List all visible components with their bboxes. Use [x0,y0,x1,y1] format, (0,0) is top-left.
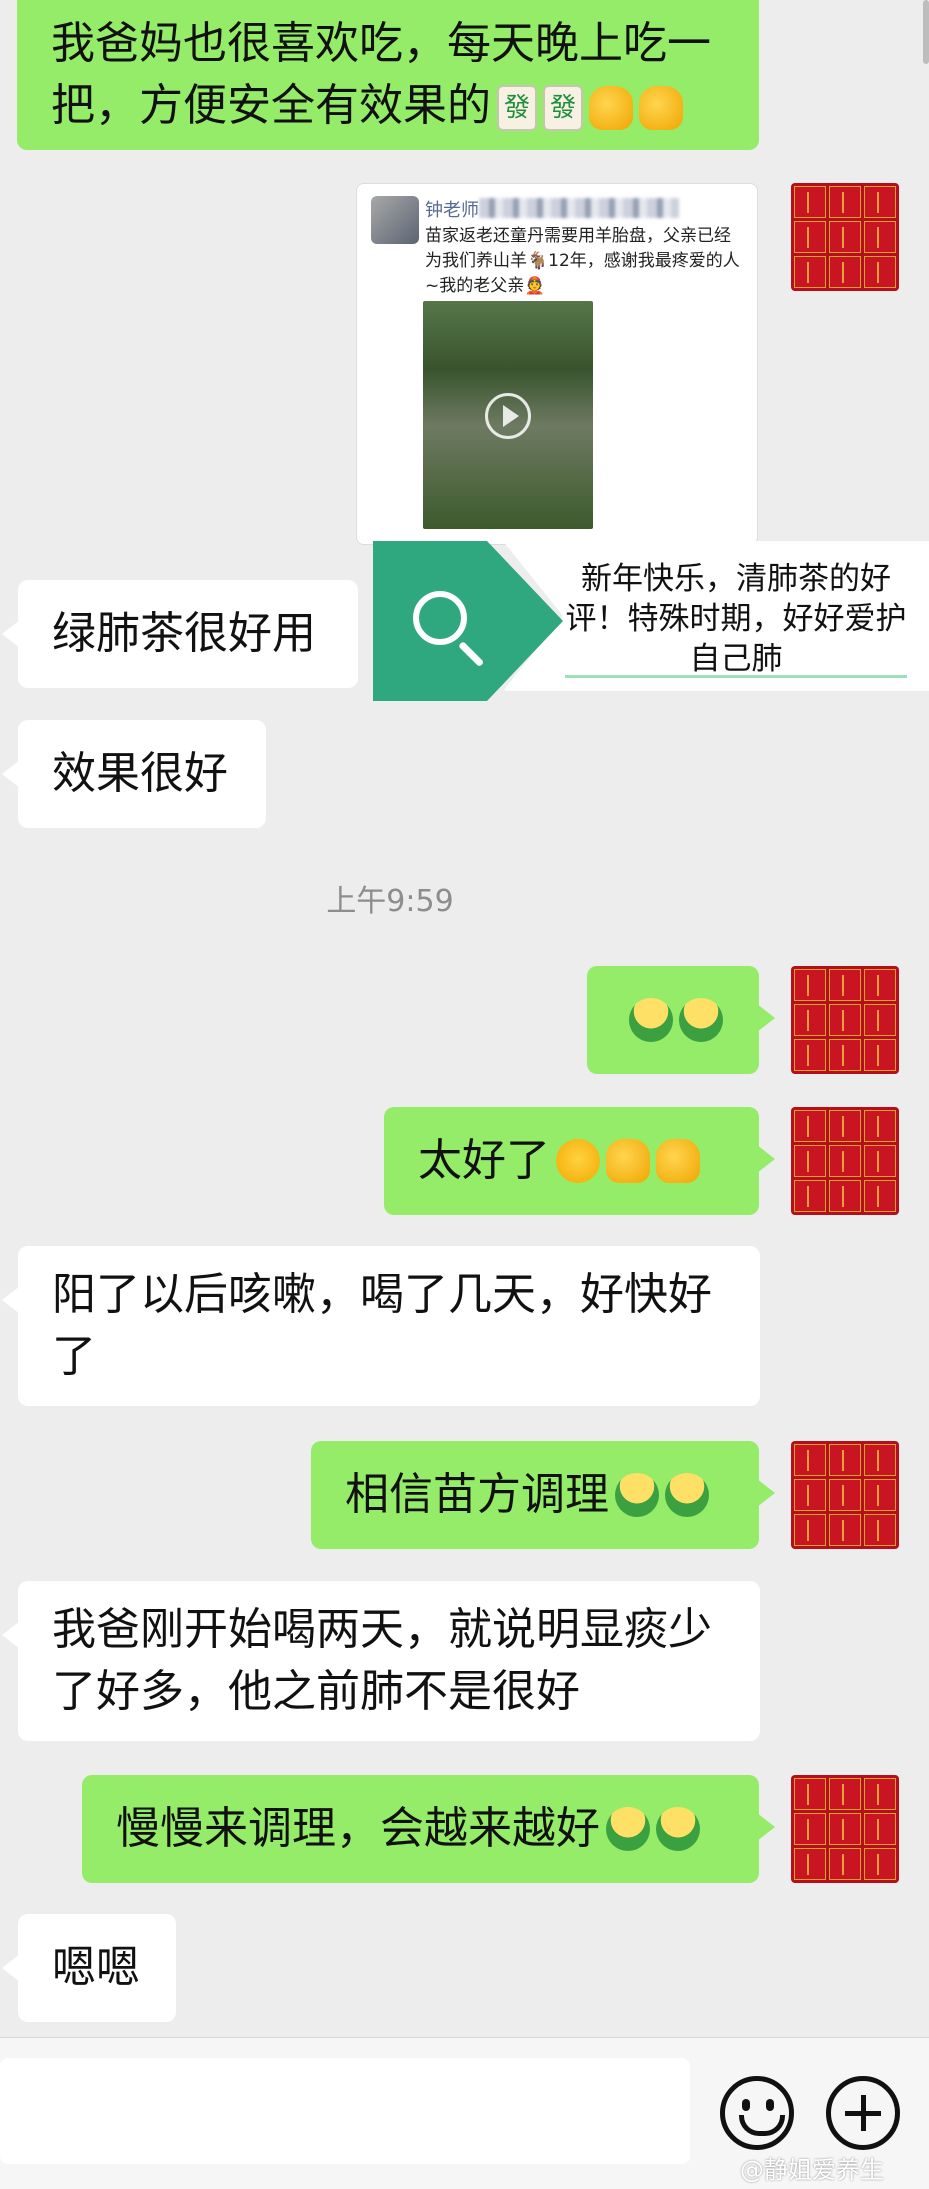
message-text: 我爸妈也很喜欢吃，每天晚上吃一 [51,18,711,69]
message-text: 慢慢来调理，会越来越好 [116,1803,600,1854]
green-guy-emoji-icon [615,1473,659,1517]
video-thumbnail[interactable] [423,301,593,529]
plus-button-icon[interactable] [826,2076,900,2150]
card-text: 苗家返老还童丹需要用羊胎盘，父亲已经为我们养山羊🐐12年，感谢我最疼爱的人~我的… [425,226,740,296]
message-text: 了 [52,1331,96,1382]
mahjong-fa-icon: 發 [543,85,583,131]
message-text: 阳了以后咳嗽，喝了几天，好快好 [52,1269,712,1320]
message-text: 了好多，他之前肺不是很好 [52,1666,580,1717]
green-guy-emoji-icon [606,1807,650,1851]
message-bubble-xiangxin[interactable]: 相信苗方调理 [311,1441,775,1549]
message-bubble-lvfei[interactable]: 绿肺茶很好用 [2,580,358,688]
card-author-avatar [371,196,419,244]
shared-moment-card[interactable]: 钟老师 苗家返老还童丹需要用羊胎盘，父亲已经为我们养山羊🐐12年，感谢我最疼爱的… [356,183,758,545]
search-banner-text: 新年快乐，清肺茶的好评！特殊时期，好好爱护自己肺 [565,561,907,677]
blurred-region [479,198,679,218]
green-guy-emoji-icon [629,998,673,1042]
thumbs-up-icon [656,1139,700,1183]
message-bubble-yang[interactable]: 阳了以后咳嗽，喝了几天，好快好 了 [2,1246,760,1406]
message-bubble-xiaoguo[interactable]: 效果很好 [2,720,266,828]
message-text: 效果很好 [52,748,228,799]
search-banner-underline [565,675,907,678]
message-text: 太好了 [418,1135,550,1186]
self-avatar[interactable] [791,1775,899,1883]
scrollbar[interactable] [923,0,929,64]
self-avatar[interactable] [791,1107,899,1215]
green-guy-emoji-icon [656,1807,700,1851]
message-bubble-baba[interactable]: 我爸刚开始喝两天，就说明显痰少 了好多，他之前肺不是很好 [2,1581,760,1741]
grin-emoji-icon [556,1139,600,1183]
search-icon [413,591,467,645]
message-text: 绿肺茶很好用 [52,608,316,659]
search-overlay-banner[interactable]: 新年快乐，清肺茶的好评！特殊时期，好好爱护自己肺 [373,541,929,701]
self-avatar[interactable] [791,966,899,1074]
green-guy-emoji-icon [665,1473,709,1517]
thumbs-up-icon [589,86,633,130]
emoji-button-icon[interactable] [720,2076,794,2150]
card-author-name: 钟老师 [425,200,479,221]
message-text: 我爸刚开始喝两天，就说明显痰少 [52,1604,712,1655]
message-input[interactable] [0,2058,690,2164]
message-text: 把，方便安全有效果的發發 [51,75,683,137]
mahjong-fa-icon: 發 [497,85,537,131]
message-bubble-taihao[interactable]: 太好了 [384,1107,775,1215]
message-bubble-top[interactable]: 我爸妈也很喜欢吃，每天晚上吃一 把，方便安全有效果的發發 [17,0,759,150]
message-text: 嗯嗯 [52,1942,140,1993]
thumbs-up-icon [639,86,683,130]
self-avatar[interactable] [791,1441,899,1549]
play-icon[interactable] [485,393,531,439]
message-bubble-manman[interactable]: 慢慢来调理，会越来越好 [82,1775,775,1883]
self-avatar[interactable] [791,183,899,291]
message-bubble-enen[interactable]: 嗯嗯 [2,1914,176,2022]
timestamp: 上午9:59 [326,884,454,919]
green-guy-emoji-icon [679,998,723,1042]
watermark: @静姐爱养生 [740,2156,884,2184]
message-text: 相信苗方调理 [345,1469,609,1520]
thumbs-up-icon [606,1139,650,1183]
message-bubble-emoji[interactable] [587,966,775,1074]
